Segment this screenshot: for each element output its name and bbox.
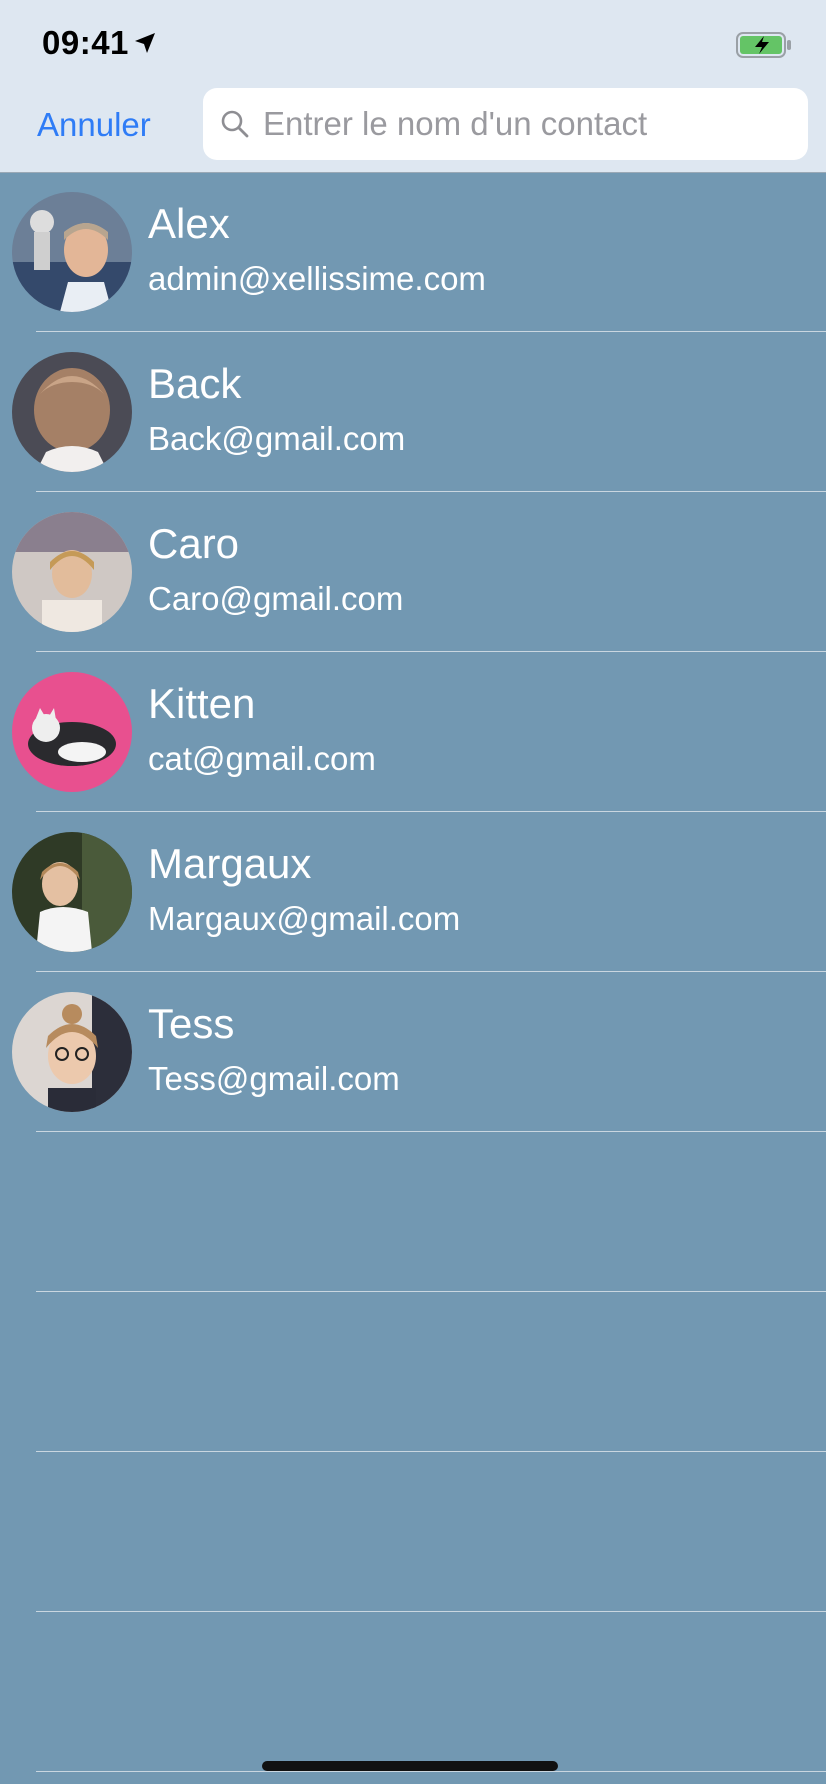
contact-search-screen: 09:41 Annuler Entrer le nom d'un contact… <box>0 0 826 1784</box>
contact-email: Back@gmail.com <box>148 420 406 457</box>
contact-list: Alex admin@xellissime.com Back Back@gmai… <box>0 172 826 1772</box>
contact-email: Margaux@gmail.com <box>148 900 461 937</box>
search-field[interactable] <box>203 88 808 160</box>
contact-avatar <box>12 192 132 312</box>
contact-row[interactable]: Caro Caro@gmail.com <box>12 492 826 652</box>
location-arrow-icon <box>135 33 155 53</box>
contact-email: admin@xellissime.com <box>148 260 486 297</box>
contact-email: Caro@gmail.com <box>148 580 404 617</box>
contact-email: cat@gmail.com <box>148 740 376 777</box>
contact-row[interactable]: Alex admin@xellissime.com <box>12 172 826 332</box>
contact-row[interactable]: Tess Tess@gmail.com <box>12 972 826 1132</box>
navigation-bar: 09:41 Annuler <box>0 0 826 173</box>
contact-row[interactable]: Kitten cat@gmail.com <box>12 652 826 812</box>
empty-row <box>36 1132 826 1292</box>
contact-row[interactable]: Margaux Margaux@gmail.com <box>12 812 826 972</box>
contact-avatar <box>12 992 132 1112</box>
empty-row <box>36 1612 826 1772</box>
contact-email: Tess@gmail.com <box>148 1060 400 1097</box>
contact-name: Margaux <box>148 840 312 887</box>
contact-row[interactable]: Back Back@gmail.com <box>12 332 826 492</box>
contact-name: Kitten <box>148 680 256 727</box>
contact-name: Tess <box>148 1000 235 1047</box>
status-time: 09:41 <box>42 24 129 61</box>
contact-name: Caro <box>148 520 240 567</box>
home-indicator[interactable] <box>262 1761 558 1771</box>
empty-row <box>36 1292 826 1452</box>
search-icon <box>221 110 249 138</box>
empty-row <box>36 1452 826 1612</box>
contact-avatar <box>12 352 132 472</box>
cancel-button[interactable]: Annuler <box>37 106 151 144</box>
contact-name: Back <box>148 360 242 407</box>
battery-charging-icon <box>736 32 791 58</box>
contact-avatar <box>12 512 132 632</box>
contact-name: Alex <box>148 200 230 247</box>
contact-avatar <box>12 832 132 952</box>
search-input[interactable] <box>261 100 795 148</box>
contact-avatar <box>12 672 132 792</box>
